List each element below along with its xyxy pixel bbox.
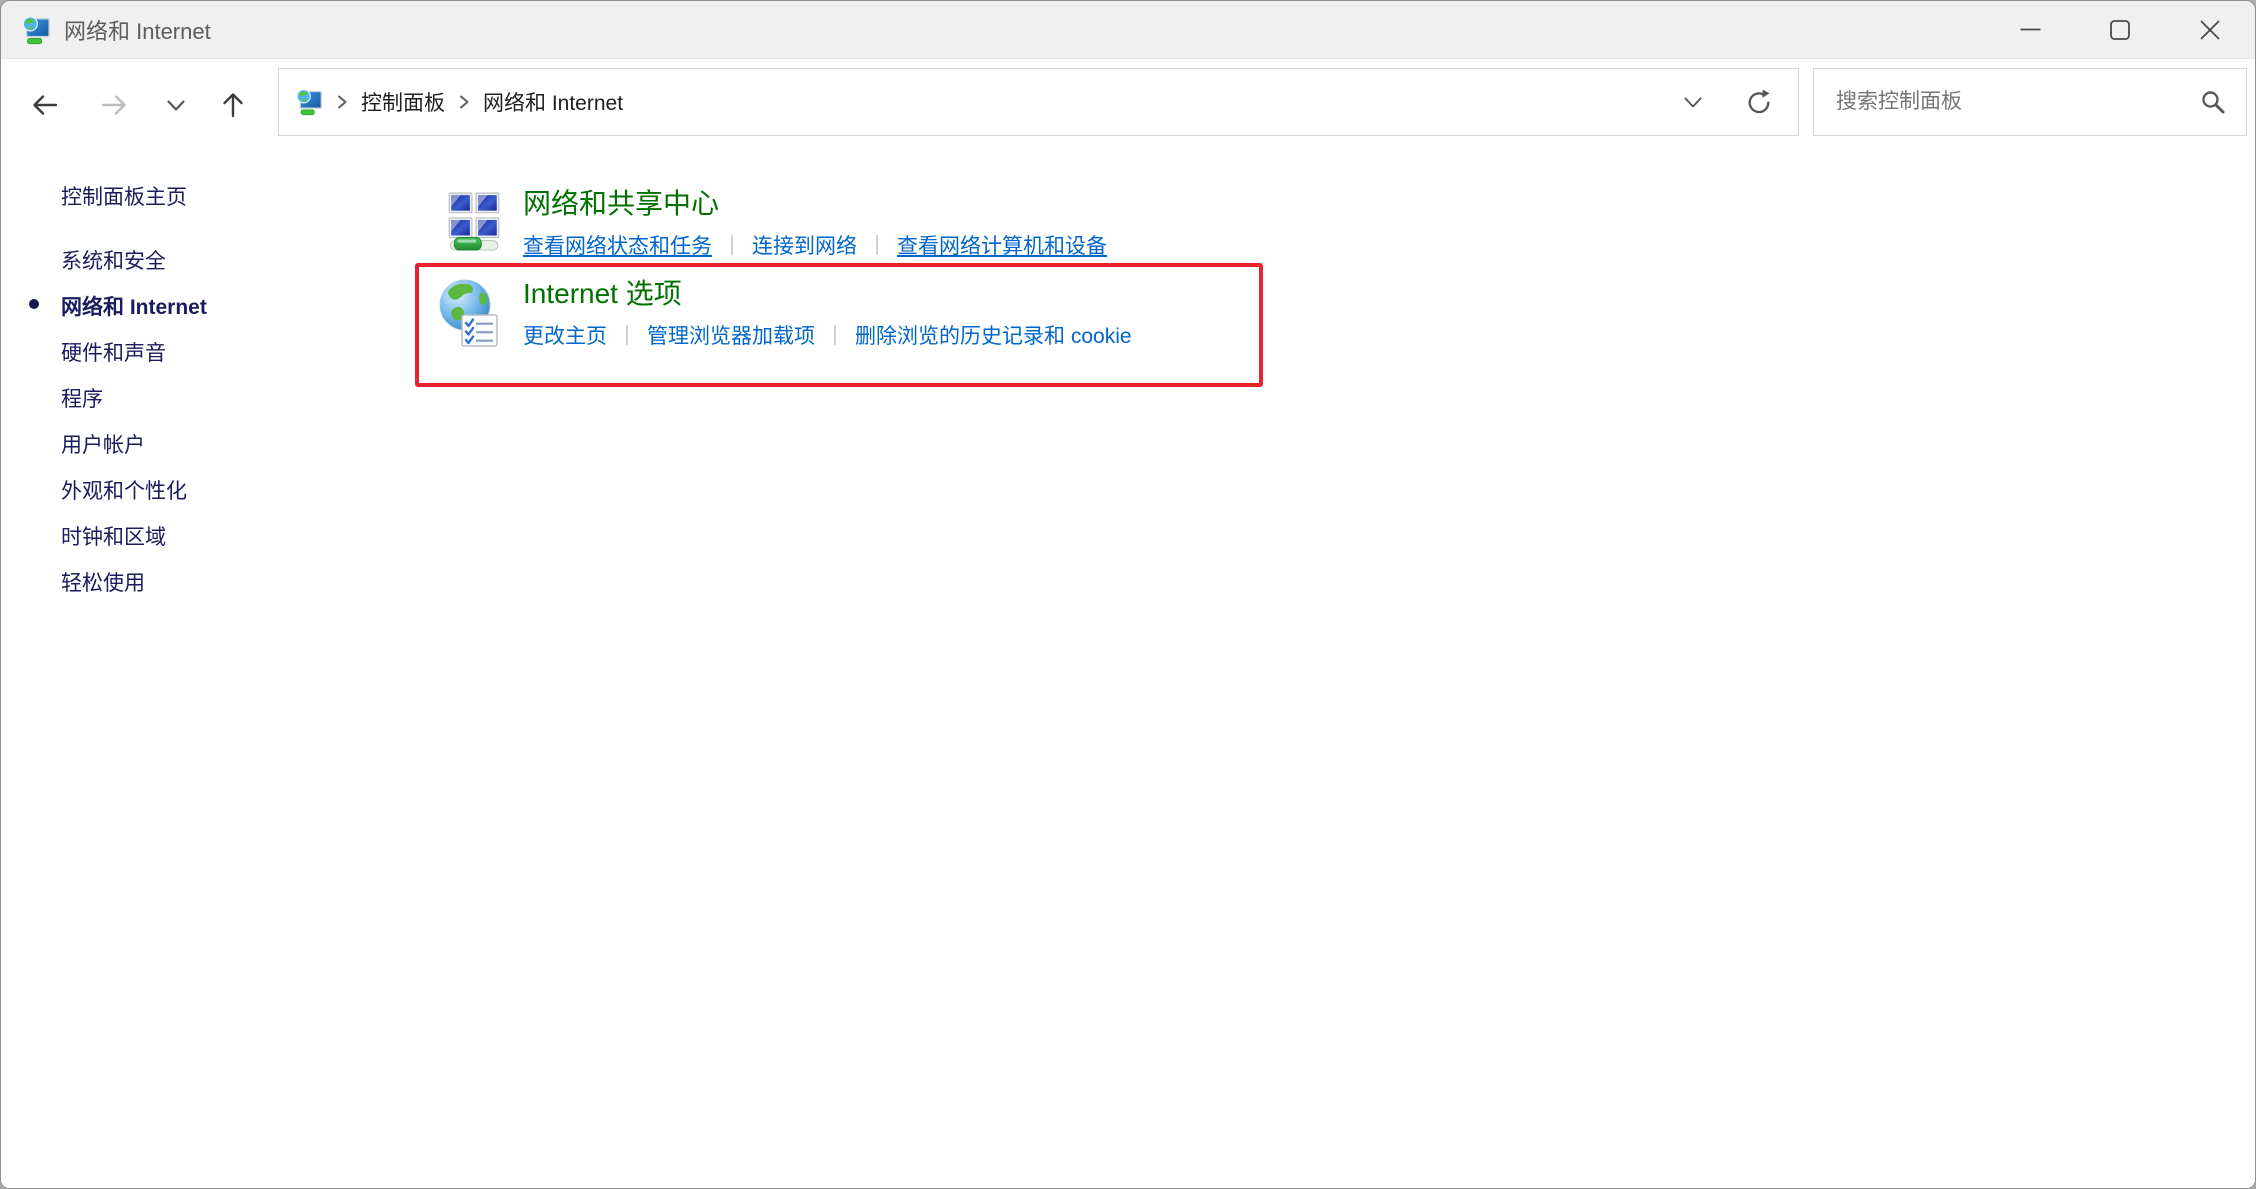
title-bar: 网络和 Internet: [1, 1, 2255, 59]
up-icon: [217, 89, 249, 121]
task-link-connect-to-network[interactable]: 连接到网络: [752, 230, 857, 260]
task-link-view-network-status[interactable]: 查看网络状态和任务: [523, 230, 712, 260]
maximize-icon: [2110, 20, 2130, 40]
control-panel-window: 网络和 Internet: [0, 0, 2256, 1189]
navigation-toolbar: 控制面板 网络和 Internet: [1, 60, 2255, 149]
link-separator: [731, 235, 733, 255]
task-link-change-homepage[interactable]: 更改主页: [523, 320, 607, 350]
back-icon: [29, 89, 61, 121]
link-separator: [834, 325, 836, 345]
forward-button[interactable]: [97, 88, 131, 122]
search-box: [1813, 68, 2247, 136]
search-icon[interactable]: [2200, 89, 2226, 115]
internet-options-tasks: 更改主页 管理浏览器加载项 删除浏览的历史记录和 cookie: [523, 320, 1132, 350]
chevron-down-icon: [1683, 96, 1703, 109]
minimize-icon: [2020, 28, 2041, 31]
window-controls: [1985, 1, 2255, 58]
network-internet-icon: [295, 88, 323, 116]
sidebar-item-programs[interactable]: 程序: [61, 383, 207, 429]
sidebar-item-hardware-sound[interactable]: 硬件和声音: [61, 337, 207, 383]
section-network-sharing-center: 网络和共享中心 查看网络状态和任务 连接到网络 查看网络计算机和设备: [523, 187, 1107, 260]
sidebar-item-clock-region[interactable]: 时钟和区域: [61, 521, 207, 567]
up-button[interactable]: [216, 88, 250, 122]
task-link-delete-history-cookies[interactable]: 删除浏览的历史记录和 cookie: [855, 320, 1132, 350]
active-item-bullet: [29, 299, 39, 309]
task-link-view-network-computers[interactable]: 查看网络计算机和设备: [897, 230, 1107, 260]
back-button[interactable]: [28, 88, 62, 122]
network-internet-icon: [21, 15, 51, 45]
internet-options-title-link[interactable]: Internet 选项: [523, 277, 1132, 311]
sidebar-item-system-security[interactable]: 系统和安全: [61, 245, 207, 291]
refresh-button[interactable]: [1744, 88, 1774, 116]
link-separator: [876, 235, 878, 255]
link-separator: [626, 325, 628, 345]
network-sharing-center-tasks: 查看网络状态和任务 连接到网络 查看网络计算机和设备: [523, 230, 1107, 260]
maximize-button[interactable]: [2075, 1, 2165, 58]
sidebar-item-network-internet[interactable]: 网络和 Internet: [61, 291, 207, 337]
sidebar-item-user-accounts[interactable]: 用户帐户: [61, 429, 207, 475]
breadcrumb-control-panel[interactable]: 控制面板: [361, 87, 445, 117]
search-input[interactable]: [1814, 90, 2200, 114]
breadcrumb-chevron[interactable]: [458, 93, 470, 111]
address-bar[interactable]: 控制面板 网络和 Internet: [278, 68, 1799, 136]
breadcrumb-network-internet[interactable]: 网络和 Internet: [483, 87, 623, 117]
window-title: 网络和 Internet: [64, 14, 211, 46]
recent-locations-chevron-icon: [166, 99, 186, 112]
sidebar-item-home[interactable]: 控制面板主页: [61, 181, 187, 211]
section-internet-options: Internet 选项 更改主页 管理浏览器加载项 删除浏览的历史记录和 coo…: [523, 277, 1132, 350]
close-icon: [2200, 20, 2220, 40]
recent-locations-button[interactable]: [159, 88, 193, 122]
task-link-manage-browser-addons[interactable]: 管理浏览器加载项: [647, 320, 815, 350]
network-sharing-center-icon[interactable]: [447, 191, 501, 251]
address-dropdown-button[interactable]: [1678, 96, 1708, 109]
sidebar-category-list: 系统和安全 网络和 Internet 硬件和声音 程序 用户帐户 外观和个性化 …: [61, 245, 207, 613]
sidebar-item-appearance-personalization[interactable]: 外观和个性化: [61, 475, 207, 521]
forward-icon: [98, 89, 130, 121]
minimize-button[interactable]: [1985, 1, 2075, 58]
close-button[interactable]: [2165, 1, 2255, 58]
refresh-icon: [1745, 88, 1773, 116]
network-sharing-center-title-link[interactable]: 网络和共享中心: [523, 187, 1107, 221]
breadcrumb-chevron[interactable]: [336, 93, 348, 111]
sidebar-item-ease-of-access[interactable]: 轻松使用: [61, 567, 207, 613]
internet-options-icon[interactable]: [439, 277, 499, 349]
